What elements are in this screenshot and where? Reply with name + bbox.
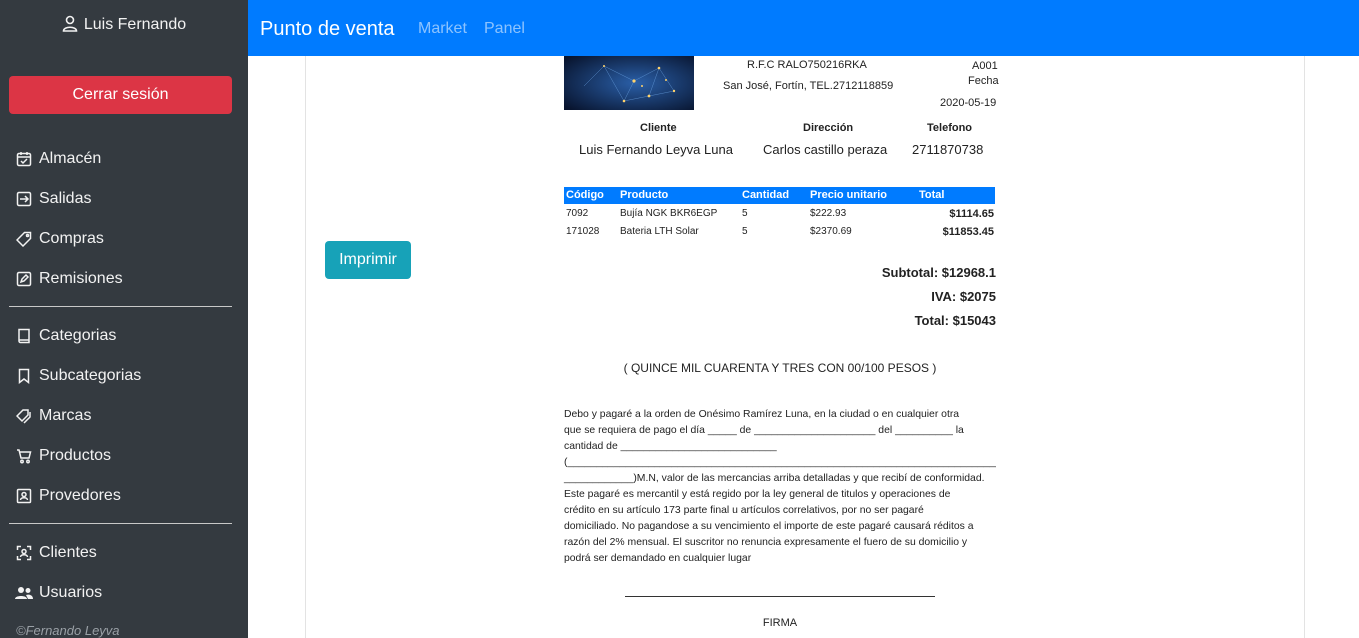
cliente-label: Cliente	[640, 122, 677, 134]
sidebar-item-provedores[interactable]: Provedores	[15, 484, 121, 508]
note-line: podrá ser demandado en cualquier lugar	[564, 553, 752, 564]
users-icon	[15, 584, 33, 602]
direccion-value: Carlos castillo peraza	[763, 142, 888, 157]
total: Total: $15043	[914, 313, 996, 328]
note-line: domiciliado. No pagandose a su vencimien…	[564, 521, 974, 532]
invoice-rfc: R.F.C RALO750216RKA	[747, 59, 867, 71]
cart-icon	[15, 447, 33, 465]
note-line: que se requiera de pago el día _____ de …	[564, 425, 964, 436]
sidebar-item-label: Marcas	[39, 407, 92, 424]
sidebar-item-label: Productos	[39, 447, 112, 464]
note-line: cantidad de ___________________________	[564, 441, 777, 452]
sidebar-item-salidas[interactable]: Salidas	[15, 187, 91, 211]
cliente-value: Luis Fernando Leyva Luna	[579, 142, 733, 157]
column-header: Código	[566, 189, 604, 201]
brand-title[interactable]: Punto de venta	[260, 18, 395, 41]
sidebar-item-label: Categorias	[39, 327, 117, 344]
sidebar-divider	[9, 306, 232, 307]
sidebar-item-marcas[interactable]: Marcas	[15, 404, 91, 428]
items-table-header: Código Producto Cantidad Precio unitario…	[564, 187, 995, 204]
direccion-label: Dirección	[803, 122, 854, 134]
user-name: Luis Fernando	[83, 16, 187, 33]
edit-icon	[15, 270, 33, 288]
sidebar-item-label: Clientes	[39, 544, 97, 561]
calendar-icon	[15, 150, 33, 168]
sidebar-item-clientes[interactable]: Clientes	[15, 541, 97, 565]
tag-icon	[15, 230, 33, 248]
invoice-folio: A001	[972, 60, 998, 72]
footer-credit: ©Fernando Leyva	[16, 623, 120, 638]
cell-precio: $2370.69	[810, 226, 852, 237]
tags-icon	[15, 407, 33, 425]
cell-cantidad: 5	[742, 226, 748, 237]
sidebar-item-usuarios[interactable]: Usuarios	[15, 581, 102, 605]
sidebar-item-label: Compras	[39, 230, 104, 247]
signature-line	[625, 596, 935, 597]
nav-link-market[interactable]: Market	[418, 20, 467, 38]
invoice-fecha: 2020-05-19	[940, 97, 997, 109]
contact-icon	[15, 487, 33, 505]
column-header: Cantidad	[742, 189, 790, 201]
sidebar-item-label: Remisiones	[39, 270, 123, 287]
iva: IVA: $2075	[931, 289, 996, 304]
column-header: Producto	[620, 189, 669, 201]
book-icon	[15, 327, 33, 345]
sidebar: Luis Fernando Cerrar sesión Almacén Sali…	[0, 0, 248, 638]
sidebar-item-compras[interactable]: Compras	[15, 227, 104, 251]
top-navbar: Punto de venta Market Panel	[248, 0, 1359, 56]
subtotal: Subtotal: $12968.1	[881, 265, 996, 280]
invoice-fecha-label: Fecha	[968, 75, 999, 87]
invoice-address: San José, Fortín, TEL.2712118859	[723, 80, 894, 92]
cell-cantidad: 5	[742, 208, 748, 219]
cell-codigo: 7092	[566, 208, 589, 219]
cell-producto: Bateria LTH Solar	[620, 226, 699, 237]
user-icon	[62, 15, 78, 37]
note-line: (_______________________________________…	[564, 457, 996, 468]
cell-precio: $222.93	[810, 208, 847, 219]
sidebar-item-almacen[interactable]: Almacén	[15, 147, 101, 171]
telefono-value: 2711870738	[912, 142, 984, 157]
amount-in-words: ( QUINCE MIL CUARENTA Y TRES CON 00/100 …	[623, 361, 937, 375]
note-line: ____________)M.N, valor de las mercancia…	[564, 473, 985, 484]
nav-link-panel[interactable]: Panel	[484, 20, 525, 38]
logout-button[interactable]: Cerrar sesión	[9, 76, 232, 114]
cell-producto: Bujía NGK BKR6EGP	[620, 208, 718, 219]
sidebar-item-remisiones[interactable]: Remisiones	[15, 267, 123, 291]
cell-codigo: 171028	[566, 226, 600, 237]
note-line: Debo y pagaré a la orden de Onésimo Ramí…	[564, 409, 960, 420]
client-icon	[15, 544, 33, 562]
telefono-label: Telefono	[927, 122, 973, 134]
sidebar-item-label: Provedores	[39, 487, 121, 504]
sidebar-item-label: Subcategorias	[39, 367, 142, 384]
note-line: razón del 2% mensual. El suscritor no re…	[564, 537, 968, 548]
sidebar-item-label: Usuarios	[39, 584, 103, 601]
company-logo	[564, 56, 694, 110]
column-header: Precio unitario	[810, 189, 888, 201]
note-line: crédito en su artículo 173 parte final u…	[564, 505, 924, 516]
sidebar-item-productos[interactable]: Productos	[15, 444, 111, 468]
sidebar-divider	[9, 523, 232, 524]
cell-total: $1114.65	[949, 208, 994, 220]
sidebar-item-label: Almacén	[39, 150, 102, 167]
sidebar-item-label: Salidas	[39, 190, 92, 207]
bookmark-icon	[15, 367, 33, 385]
firma-label: FIRMA	[762, 617, 798, 629]
exit-icon	[15, 190, 33, 208]
promissory-note: Debo y pagaré a la orden de Onésimo Ramí…	[564, 407, 996, 567]
print-button[interactable]: Imprimir	[325, 241, 411, 279]
user-info: Luis Fernando	[0, 15, 248, 37]
cell-total: $11853.45	[942, 226, 994, 238]
sidebar-item-categorias[interactable]: Categorias	[15, 324, 116, 348]
note-line: Este pagaré es mercantil y está regido p…	[564, 489, 951, 500]
column-header: Total	[919, 189, 945, 201]
sidebar-item-subcategorias[interactable]: Subcategorias	[15, 364, 141, 388]
